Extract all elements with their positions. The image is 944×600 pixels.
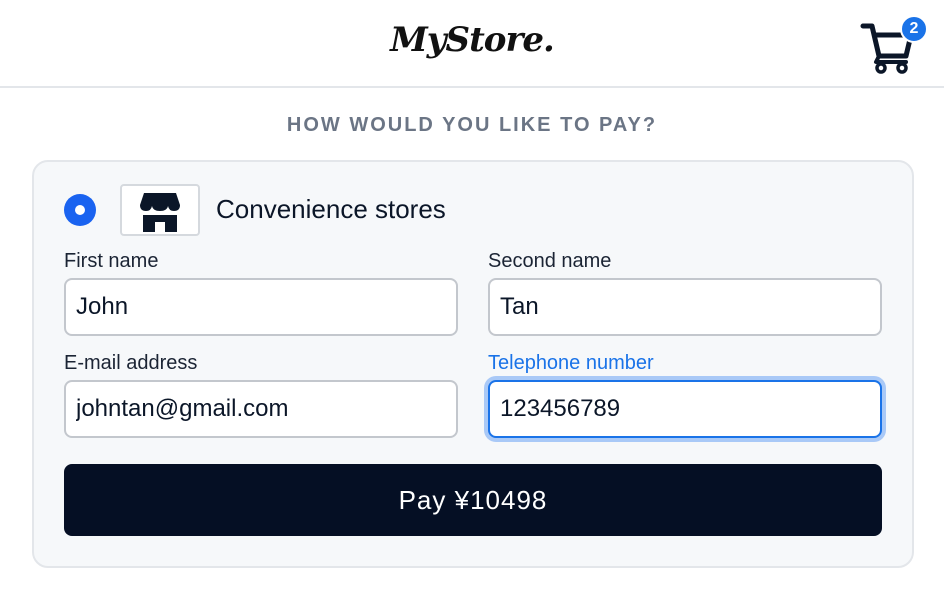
email-input[interactable] bbox=[64, 380, 458, 438]
first-name-input[interactable] bbox=[64, 278, 458, 336]
second-name-label: Second name bbox=[488, 250, 612, 272]
payment-card: Convenience stores First name Second nam… bbox=[32, 160, 914, 568]
second-name-input[interactable] bbox=[488, 278, 882, 336]
store-logo[interactable]: MyStore. bbox=[0, 20, 944, 60]
payment-method-label: Convenience stores bbox=[216, 194, 446, 224]
payment-method-radio[interactable] bbox=[64, 194, 96, 226]
telephone-input[interactable] bbox=[488, 380, 882, 438]
email-label: E-mail address bbox=[64, 352, 198, 374]
payment-method-icon-box bbox=[120, 184, 200, 236]
cart-button[interactable]: 2 bbox=[860, 15, 928, 76]
cart-count-badge: 2 bbox=[900, 15, 928, 43]
header: MyStore. 2 bbox=[0, 0, 944, 88]
store-icon bbox=[140, 193, 180, 232]
pay-button[interactable]: Pay ¥10498 bbox=[64, 464, 882, 536]
first-name-label: First name bbox=[64, 250, 159, 272]
telephone-label: Telephone number bbox=[488, 352, 654, 374]
page-title: HOW WOULD YOU LIKE TO PAY? bbox=[286, 114, 658, 136]
